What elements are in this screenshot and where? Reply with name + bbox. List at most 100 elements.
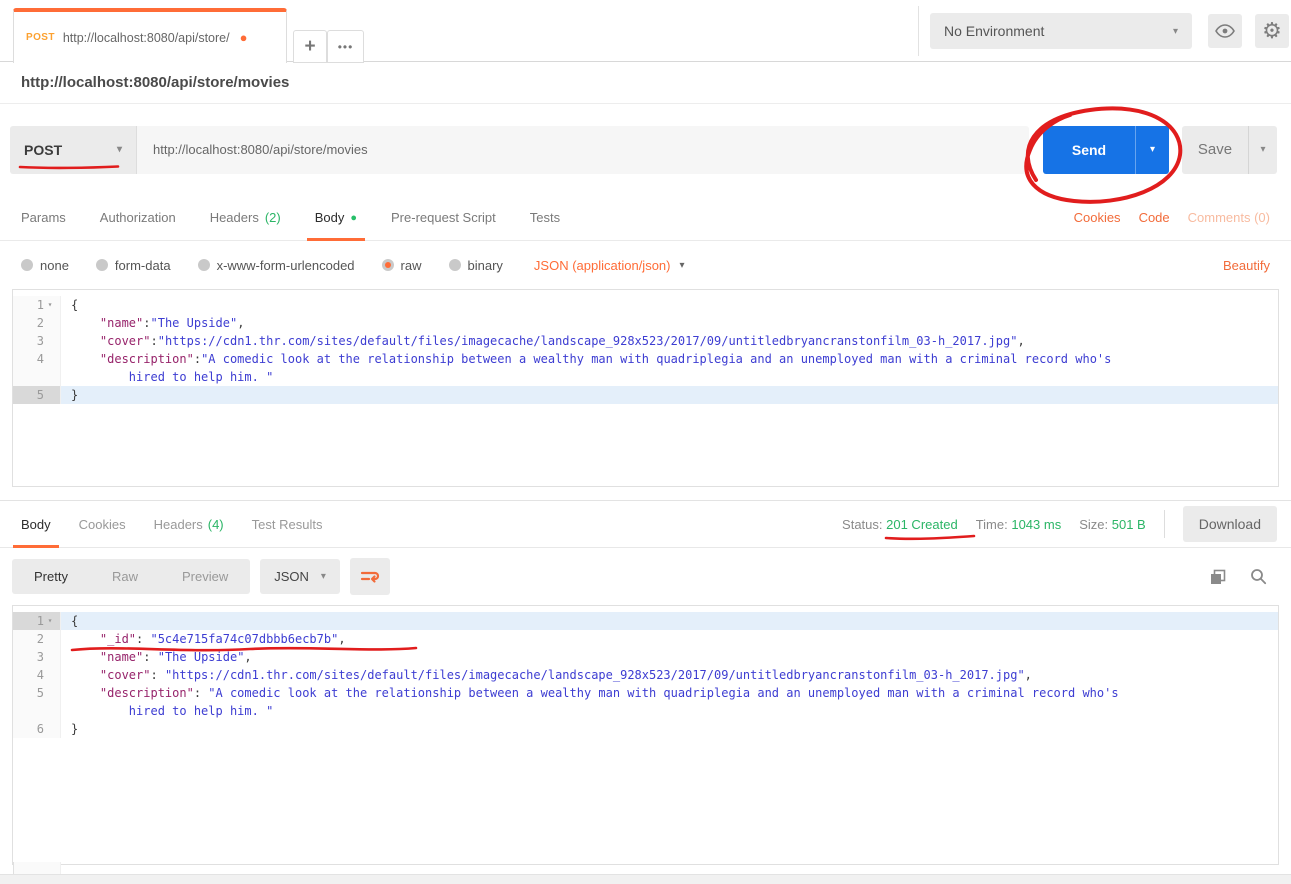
chevron-down-icon: ▾ [1173, 26, 1178, 37]
fold-caret-icon[interactable]: ▾ [44, 612, 56, 630]
tab-body[interactable]: Body ● [315, 195, 357, 240]
response-tab-body[interactable]: Body [21, 501, 51, 547]
tab-headers[interactable]: Headers (2) [210, 195, 281, 240]
code-line[interactable]: 3 "cover":"https://cdn1.thr.com/sites/de… [13, 332, 1278, 350]
code-text: "description": "A comedic look at the re… [61, 684, 1278, 702]
radio-none[interactable]: none [21, 258, 69, 273]
tab-authorization[interactable]: Authorization [100, 195, 176, 240]
response-meta-row: Body Cookies Headers (4) Test Results St… [0, 501, 1291, 548]
body-dot-icon: ● [350, 212, 357, 224]
save-options-button[interactable]: ▾ [1248, 126, 1277, 174]
line-number-gutter: 3 [13, 648, 61, 666]
tab-label: Pre-request Script [391, 210, 496, 225]
fold-caret-icon [44, 666, 56, 684]
copy-button[interactable] [1210, 569, 1226, 585]
comments-link[interactable]: Comments (0) [1188, 210, 1270, 225]
tab-label: Headers [210, 210, 259, 225]
size-value: 501 B [1112, 517, 1146, 532]
fold-caret-icon[interactable]: ▾ [44, 296, 56, 314]
environment-quicklook-button[interactable] [1208, 14, 1242, 48]
radio-form-data[interactable]: form-data [96, 258, 171, 273]
request-title: http://localhost:8080/api/store/movies [0, 62, 1291, 104]
code-text: "_id": "5c4e715fa74c07dbbb6ecb7b", [61, 630, 1278, 648]
view-pretty[interactable]: Pretty [12, 559, 90, 594]
code-text: } [61, 720, 1278, 738]
fold-caret-icon [44, 720, 56, 738]
wrap-lines-button[interactable] [350, 558, 390, 595]
chevron-down-icon: ▾ [679, 260, 684, 271]
view-raw[interactable]: Raw [90, 559, 160, 594]
search-icon [1250, 568, 1267, 585]
radio-selected-icon [382, 259, 394, 271]
fold-caret-icon [44, 386, 56, 404]
code-line[interactable]: 2 "name":"The Upside", [13, 314, 1278, 332]
content-type-selector[interactable]: JSON (application/json) ▾ [534, 258, 685, 273]
method-selector[interactable]: POST ▾ [10, 126, 136, 174]
settings-button[interactable]: ⚙ [1255, 14, 1289, 48]
code-line[interactable]: 5} [13, 386, 1278, 404]
view-preview[interactable]: Preview [160, 559, 250, 594]
method-value: POST [24, 142, 62, 158]
chevron-down-icon: ▾ [1150, 144, 1155, 155]
beautify-link[interactable]: Beautify [1223, 258, 1270, 273]
line-number-gutter: 1▾ [13, 612, 61, 630]
cookies-link[interactable]: Cookies [1074, 210, 1121, 225]
request-tabs: Params Authorization Headers (2) Body ● … [0, 195, 1291, 241]
stats-divider [1164, 510, 1165, 538]
code-text: { [61, 612, 1278, 630]
tab-pre-request-script[interactable]: Pre-request Script [391, 195, 496, 240]
save-button-group: Save ▾ [1182, 126, 1277, 174]
request-builder-row: POST ▾ http://localhost:8080/api/store/m… [0, 104, 1291, 195]
code-link[interactable]: Code [1139, 210, 1170, 225]
tab-tests[interactable]: Tests [530, 195, 560, 240]
status-label: Status: [842, 517, 882, 532]
environment-value: No Environment [944, 23, 1044, 39]
radio-binary[interactable]: binary [449, 258, 503, 273]
send-button[interactable]: Send [1043, 126, 1135, 174]
fold-caret-icon [44, 332, 56, 350]
radio-raw[interactable]: raw [382, 258, 422, 273]
request-body-editor[interactable]: 1▾{2 "name":"The Upside",3 "cover":"http… [12, 289, 1279, 487]
environment-selector[interactable]: No Environment ▾ [930, 13, 1192, 49]
size-stat: Size: 501 B [1079, 517, 1146, 532]
radio-x-www-form-urlencoded[interactable]: x-www-form-urlencoded [198, 258, 355, 273]
fold-caret-icon [44, 314, 56, 332]
response-tab-cookies[interactable]: Cookies [79, 501, 126, 547]
tab-label: Tests [530, 210, 560, 225]
code-line[interactable]: hired to help him. " [13, 368, 1278, 386]
more-tabs-button[interactable]: ••• [327, 30, 364, 63]
header-bar: POST http://localhost:8080/api/store/ ● … [0, 0, 1291, 62]
code-line[interactable]: 4 "description":"A comedic look at the r… [13, 350, 1278, 368]
download-button[interactable]: Download [1183, 506, 1277, 542]
send-button-group: Send ▾ [1043, 126, 1169, 174]
tab-label: Params [21, 210, 66, 225]
response-stats: Status: 201 Created Time: 1043 ms Size: … [842, 506, 1277, 542]
save-button[interactable]: Save [1182, 126, 1248, 174]
response-format-selector[interactable]: JSON ▾ [260, 559, 340, 594]
tab-label: Authorization [100, 210, 176, 225]
radio-label: form-data [115, 258, 171, 273]
fold-caret-icon [44, 684, 56, 702]
response-tab-headers[interactable]: Headers (4) [154, 501, 224, 547]
url-input[interactable]: http://localhost:8080/api/store/movies [136, 126, 1029, 174]
line-number-gutter: 6 [13, 720, 61, 738]
status-underline-annotation [884, 533, 976, 541]
status-stat: Status: 201 Created [842, 517, 958, 532]
response-tab-test-results[interactable]: Test Results [252, 501, 323, 547]
send-options-button[interactable]: ▾ [1135, 126, 1169, 174]
request-tab[interactable]: POST http://localhost:8080/api/store/ ● [13, 8, 287, 63]
radio-icon [449, 259, 461, 271]
code-line: 3 "name": "The Upside", [13, 648, 1278, 666]
response-section: Body Cookies Headers (4) Test Results St… [0, 500, 1291, 865]
tab-label: Body [21, 517, 51, 532]
tab-method-badge: POST [26, 32, 55, 43]
time-label: Time: [976, 517, 1008, 532]
response-toolbar: Pretty Raw Preview JSON ▾ [0, 548, 1291, 605]
new-tab-button[interactable]: + [293, 30, 327, 63]
horizontal-scrollbar[interactable] [0, 874, 1291, 884]
tab-params[interactable]: Params [21, 195, 66, 240]
code-line[interactable]: 1▾{ [13, 296, 1278, 314]
code-text: } [61, 386, 1278, 404]
tab-label: Headers [154, 517, 203, 532]
search-button[interactable] [1250, 568, 1267, 585]
